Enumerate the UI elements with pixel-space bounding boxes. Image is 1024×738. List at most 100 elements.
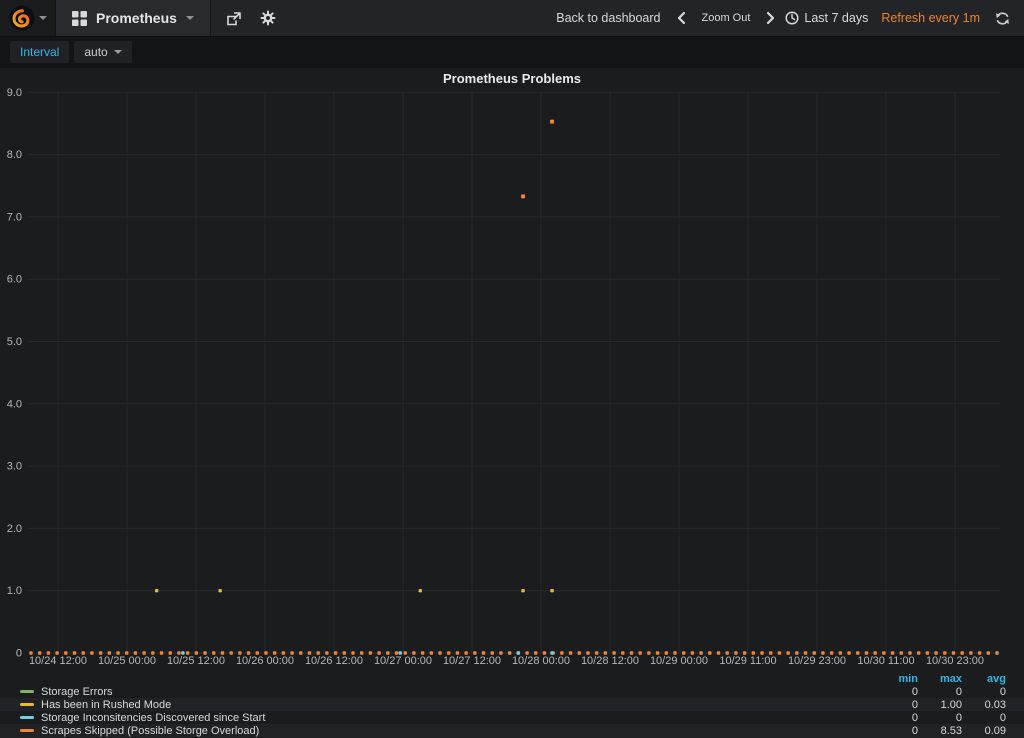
baseline-dot bbox=[221, 651, 224, 654]
grafana-logo-button[interactable] bbox=[0, 0, 56, 36]
refresh-button[interactable] bbox=[993, 11, 1012, 26]
baseline-dot bbox=[786, 651, 789, 654]
baseline-dot bbox=[830, 651, 833, 654]
time-range-picker[interactable]: Last 7 days bbox=[785, 11, 868, 25]
dashboard-title: Prometheus bbox=[96, 10, 177, 26]
baseline-dot bbox=[534, 651, 537, 654]
share-button[interactable] bbox=[217, 0, 251, 36]
baseline-dot bbox=[934, 651, 937, 654]
baseline-dot bbox=[142, 651, 145, 654]
baseline-dot bbox=[682, 651, 685, 654]
baseline-dot bbox=[290, 651, 293, 654]
baseline-dot bbox=[238, 651, 241, 654]
x-tick-label: 10/26 00:00 bbox=[236, 655, 294, 667]
baseline-dot bbox=[647, 651, 650, 654]
x-tick-label: 10/26 12:00 bbox=[305, 655, 363, 667]
back-to-dashboard-button[interactable]: Back to dashboard bbox=[550, 11, 666, 25]
refresh-interval-button[interactable]: Refresh every 1m bbox=[875, 11, 986, 25]
baseline-dot bbox=[926, 651, 929, 654]
baseline-dot bbox=[673, 651, 676, 654]
legend-series-cell: Scrapes Skipped (Possible Storge Overloa… bbox=[20, 725, 874, 737]
x-tick-label: 10/28 00:00 bbox=[512, 655, 570, 667]
baseline-dot bbox=[177, 651, 180, 654]
baseline-dot bbox=[743, 651, 746, 654]
baseline-dot bbox=[882, 651, 885, 654]
baseline-dot bbox=[116, 651, 119, 654]
baseline-dot bbox=[395, 651, 398, 654]
baseline-dot bbox=[586, 651, 589, 654]
panel-title[interactable]: Prometheus Problems bbox=[0, 68, 1024, 90]
baseline-dot bbox=[73, 651, 76, 654]
legend-value-max: 0 bbox=[918, 712, 962, 724]
y-tick-label: 2.0 bbox=[7, 523, 22, 535]
baseline-dot bbox=[29, 651, 32, 654]
baseline-dot bbox=[430, 651, 433, 654]
baseline-dot bbox=[908, 651, 911, 654]
legend-value-avg: 0 bbox=[962, 686, 1006, 698]
dashboard-picker[interactable]: Prometheus bbox=[56, 0, 211, 36]
legend-swatch-icon[interactable] bbox=[20, 703, 34, 706]
x-tick-label: 10/27 00:00 bbox=[374, 655, 432, 667]
legend-column-header-max[interactable]: max bbox=[918, 673, 962, 685]
baseline-dot bbox=[386, 651, 389, 654]
baseline-dot bbox=[299, 651, 302, 654]
x-tick-label: 10/24 12:00 bbox=[29, 655, 87, 667]
legend-series-name[interactable]: Storage Inconsitencies Discovered since … bbox=[41, 712, 265, 724]
data-point bbox=[521, 194, 525, 198]
y-tick-label: 4.0 bbox=[7, 398, 22, 410]
baseline-dot bbox=[325, 651, 328, 654]
time-series-chart[interactable]: 9.08.07.06.05.04.03.02.01.0010/24 12:001… bbox=[0, 88, 1024, 672]
interval-variable-dropdown[interactable]: auto bbox=[74, 41, 131, 63]
legend-series-cell: Storage Inconsitencies Discovered since … bbox=[20, 712, 874, 724]
legend-header-row: minmaxavg bbox=[0, 672, 1024, 685]
graph-panel: Prometheus Problems 9.08.07.06.05.04.03.… bbox=[0, 68, 1024, 738]
y-tick-label: 6.0 bbox=[7, 274, 22, 286]
legend-series-cell: Storage Errors bbox=[20, 686, 874, 698]
baseline-dot bbox=[578, 651, 581, 654]
baseline-dot bbox=[447, 651, 450, 654]
legend-swatch-icon[interactable] bbox=[20, 716, 34, 719]
time-shift-right-button[interactable] bbox=[763, 11, 778, 25]
y-tick-label: 5.0 bbox=[7, 336, 22, 348]
y-tick-label: 7.0 bbox=[7, 211, 22, 223]
y-tick-label: 0 bbox=[16, 648, 22, 660]
baseline-dot bbox=[630, 651, 633, 654]
data-point bbox=[218, 589, 221, 592]
baseline-dot bbox=[621, 651, 624, 654]
baseline-dot bbox=[90, 651, 93, 654]
baseline-dot bbox=[978, 651, 981, 654]
share-icon bbox=[226, 11, 242, 26]
baseline-dot bbox=[847, 651, 850, 654]
baseline-dot bbox=[734, 651, 737, 654]
legend-value-max: 8.53 bbox=[918, 725, 962, 737]
legend-value-min: 0 bbox=[874, 712, 918, 724]
baseline-dot bbox=[760, 651, 763, 654]
baseline-dot bbox=[456, 651, 459, 654]
caret-down-icon bbox=[114, 50, 122, 54]
baseline-dot bbox=[203, 651, 206, 654]
legend-column-header-min[interactable]: min bbox=[874, 673, 918, 685]
baseline-dot bbox=[699, 651, 702, 654]
legend-series-name[interactable]: Has been in Rushed Mode bbox=[41, 699, 171, 711]
settings-button[interactable] bbox=[251, 0, 285, 36]
baseline-dot bbox=[256, 651, 259, 654]
legend-value-avg: 0.03 bbox=[962, 699, 1006, 711]
legend-column-header-avg[interactable]: avg bbox=[962, 673, 1006, 685]
baseline-dot bbox=[917, 651, 920, 654]
zoom-out-button[interactable]: Zoom Out bbox=[696, 12, 757, 24]
grafana-logo-icon bbox=[9, 5, 35, 31]
baseline-dot bbox=[482, 651, 485, 654]
legend-series-name[interactable]: Scrapes Skipped (Possible Storge Overloa… bbox=[41, 725, 259, 737]
legend-swatch-icon[interactable] bbox=[20, 729, 34, 732]
baseline-dot bbox=[134, 651, 137, 654]
legend-swatch-icon[interactable] bbox=[20, 690, 34, 693]
baseline-dot bbox=[656, 651, 659, 654]
legend-series-name[interactable]: Storage Errors bbox=[41, 686, 113, 698]
baseline-dot bbox=[969, 651, 972, 654]
baseline-dot bbox=[369, 651, 372, 654]
time-range-label: Last 7 days bbox=[804, 11, 868, 25]
baseline-dot bbox=[856, 651, 859, 654]
data-point bbox=[419, 589, 422, 592]
time-shift-left-button[interactable] bbox=[674, 11, 689, 25]
baseline-dot bbox=[891, 651, 894, 654]
